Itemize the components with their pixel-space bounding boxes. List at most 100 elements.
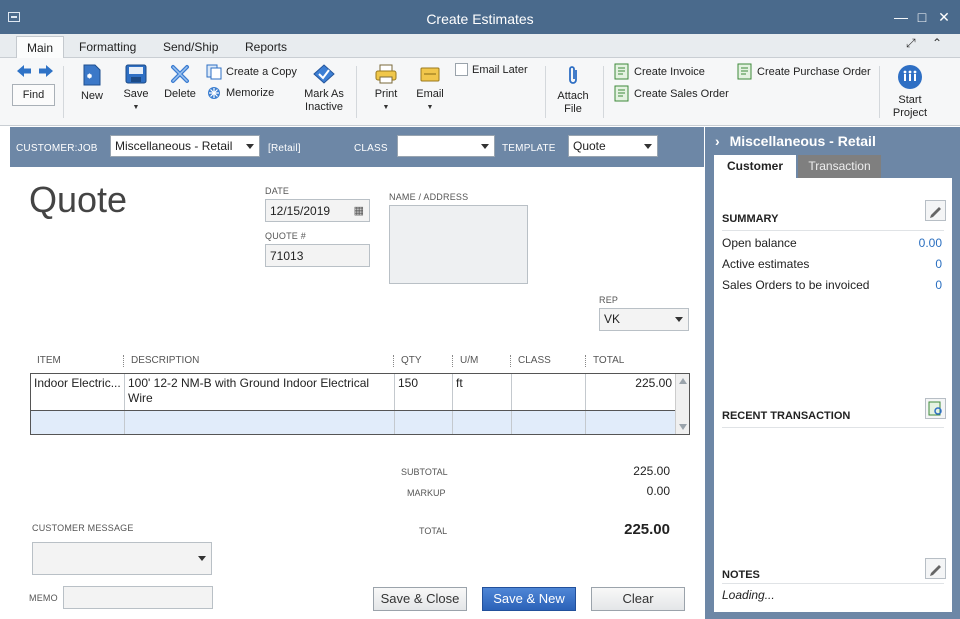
col-um[interactable]: U/M (460, 355, 478, 366)
save-disk-icon (125, 64, 147, 84)
email-later-box[interactable] (455, 63, 468, 76)
email-button[interactable]: Email ▼ (414, 64, 446, 114)
create-copy-button[interactable]: Create a Copy (206, 64, 297, 80)
tab-reports[interactable]: Reports (235, 36, 297, 58)
find-button[interactable]: Find (12, 84, 55, 106)
tab-formatting[interactable]: Formatting (69, 36, 146, 58)
scroll-down-icon[interactable] (679, 424, 687, 430)
col-qty[interactable]: QTY (401, 355, 422, 366)
divider (63, 66, 64, 118)
print-button[interactable]: Print ▼ (372, 64, 400, 114)
new-button[interactable]: New (76, 64, 108, 103)
customer-job-dropdown[interactable]: Miscellaneous - Retail (110, 135, 260, 157)
cell-total[interactable] (586, 411, 675, 434)
clear-button[interactable]: Clear (591, 587, 685, 611)
create-po-label: Create Purchase Order (757, 65, 871, 78)
close-icon[interactable]: ✕ (935, 8, 953, 26)
summary-value[interactable]: 0.00 (919, 236, 942, 250)
start-project-button[interactable]: Start Project (889, 64, 931, 120)
attach-label-1: Attach (557, 90, 589, 102)
new-label: New (80, 90, 103, 102)
customer-header-bar: CUSTOMER:JOB Miscellaneous - Retail [Ret… (10, 127, 704, 167)
prev-next-arrows-icon[interactable] (15, 64, 55, 78)
tab-transaction[interactable]: Transaction (798, 155, 881, 178)
col-class[interactable]: CLASS (518, 355, 551, 366)
table-row-empty[interactable] (31, 411, 675, 434)
customer-message-dropdown[interactable] (32, 542, 212, 575)
table-row[interactable]: Indoor Electric... 100' 12-2 NM-B with G… (31, 374, 675, 411)
rep-dropdown[interactable]: VK (599, 308, 689, 331)
expand-icon[interactable]: ⤢ (906, 36, 916, 51)
create-purchase-order-button[interactable]: Create Purchase Order (737, 63, 871, 80)
memo-field[interactable] (63, 586, 213, 609)
rep-value: VK (604, 312, 621, 326)
delete-label: Delete (164, 88, 196, 100)
col-description[interactable]: DESCRIPTION (131, 355, 199, 366)
date-field[interactable]: 12/15/2019 ▦ (265, 199, 370, 222)
print-dropdown-icon[interactable]: ▼ (372, 101, 400, 114)
panel-header[interactable]: › Miscellaneous - Retail (715, 133, 876, 149)
cell-um[interactable]: ft (453, 374, 512, 410)
attach-file-button[interactable]: Attach File (555, 64, 591, 116)
start-project-label-1: Start (898, 94, 922, 106)
cell-description[interactable] (125, 411, 395, 434)
delete-button[interactable]: Delete (163, 64, 197, 101)
col-divider (585, 355, 586, 367)
view-transactions-icon[interactable] (925, 398, 946, 419)
col-item[interactable]: ITEM (37, 355, 61, 366)
quote-number-field[interactable]: 71013 (265, 244, 370, 267)
cell-class[interactable] (512, 374, 586, 410)
email-later-checkbox[interactable]: Email Later (455, 63, 528, 76)
collapse-ribbon-icon[interactable]: ⌃ (932, 36, 942, 50)
tab-send-ship[interactable]: Send/Ship (153, 36, 228, 58)
maximize-icon[interactable]: □ (913, 8, 931, 26)
panel-body: SUMMARY Open balance 0.00 Active estimat… (714, 178, 952, 612)
edit-pencil-icon[interactable] (925, 200, 946, 221)
email-dropdown-icon[interactable]: ▼ (414, 101, 446, 114)
cell-qty[interactable] (395, 411, 453, 434)
cell-description[interactable]: 100' 12-2 NM-B with Ground Indoor Electr… (125, 374, 395, 410)
memorize-button[interactable]: Memorize (206, 85, 274, 101)
edit-notes-pencil-icon[interactable] (925, 558, 946, 579)
mark-inactive-button[interactable]: Mark As Inactive (300, 64, 348, 114)
quote-number-label: QUOTE # (265, 231, 306, 241)
mark-inactive-label-1: Mark As (304, 88, 344, 100)
cell-qty[interactable]: 150 (395, 374, 453, 410)
scroll-up-icon[interactable] (679, 378, 687, 384)
sales-order-icon (614, 85, 629, 102)
create-copy-label: Create a Copy (226, 66, 297, 78)
tab-main[interactable]: Main (16, 36, 65, 58)
table-scrollbar[interactable] (675, 374, 689, 434)
window-title: Create Estimates (426, 11, 534, 27)
purchase-order-icon (737, 63, 752, 80)
col-total[interactable]: TOTAL (593, 355, 624, 366)
minimize-icon[interactable]: — (892, 8, 910, 26)
chevron-right-icon[interactable]: › (715, 133, 720, 149)
save-dropdown-icon[interactable]: ▼ (120, 101, 152, 114)
cell-class[interactable] (512, 411, 586, 434)
col-divider (452, 355, 453, 367)
summary-value[interactable]: 0 (935, 278, 942, 292)
save-new-button[interactable]: Save & New (482, 587, 576, 611)
calendar-icon[interactable]: ▦ (354, 204, 364, 217)
create-sales-order-button[interactable]: Create Sales Order (614, 85, 729, 102)
cell-total[interactable]: 225.00 (586, 374, 675, 410)
name-address-field[interactable] (389, 205, 528, 284)
memo-label: MEMO (29, 593, 58, 603)
date-value: 12/15/2019 (270, 204, 331, 218)
template-value: Quote (573, 139, 606, 153)
mark-inactive-label-2: Inactive (305, 101, 343, 113)
tab-customer[interactable]: Customer (714, 155, 796, 178)
template-dropdown[interactable]: Quote (568, 135, 658, 157)
save-close-button[interactable]: Save & Close (373, 587, 467, 611)
summary-title: SUMMARY (722, 213, 779, 225)
save-button[interactable]: Save ▼ (120, 64, 152, 114)
class-dropdown[interactable] (397, 135, 495, 157)
title-bar: Create Estimates — □ ✕ (0, 0, 960, 34)
summary-value[interactable]: 0 (935, 257, 942, 271)
create-invoice-button[interactable]: Create Invoice (614, 63, 705, 80)
cell-um[interactable] (453, 411, 512, 434)
summary-label: Active estimates (722, 257, 810, 271)
cell-item[interactable]: Indoor Electric... (31, 374, 125, 410)
cell-item[interactable] (31, 411, 125, 434)
